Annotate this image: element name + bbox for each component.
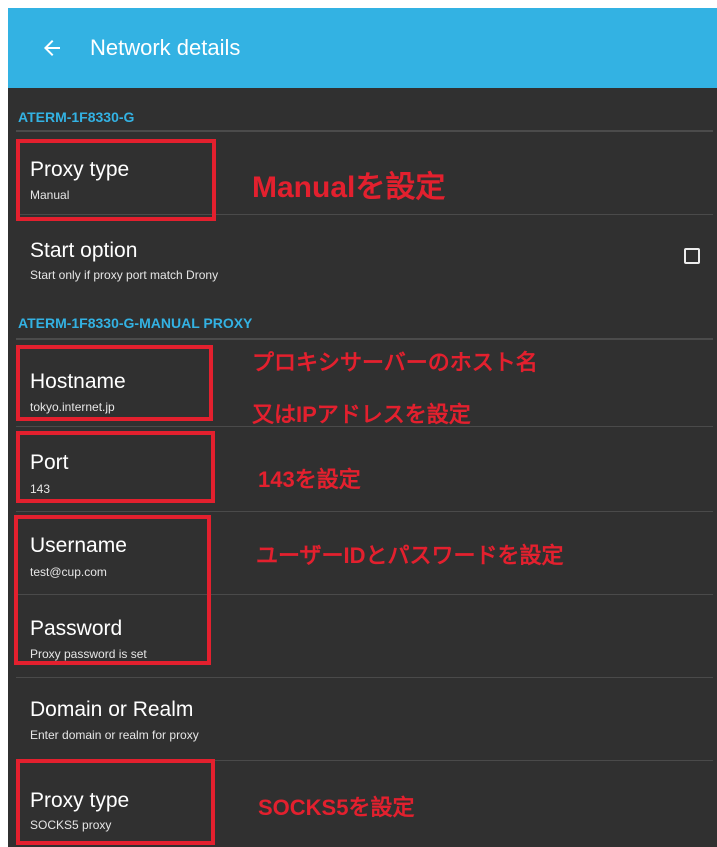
annotation-manual: Manualを設定 — [252, 171, 446, 204]
annotation-user-pass: ユーザーIDとパスワードを設定 — [256, 543, 564, 568]
start-option-checkbox[interactable] — [684, 248, 700, 264]
highlight-box-credentials — [14, 515, 211, 665]
annotation-socks5: SOCKS5を設定 — [258, 795, 415, 820]
highlight-box-proxy-type — [16, 139, 216, 221]
setting-title: Domain or Realm — [30, 698, 194, 721]
annotation-hostname-line1: プロキシサーバーのホスト名 — [252, 350, 538, 375]
app-bar: Network details — [8, 8, 717, 88]
highlight-box-port — [16, 431, 215, 503]
setting-summary: Start only if proxy port match Drony — [30, 268, 219, 282]
annotation-port: 143を設定 — [258, 467, 361, 492]
setting-title: Start option — [30, 239, 138, 262]
section-header-manual-proxy: ATERM-1F8330-G-MANUAL PROXY — [18, 315, 253, 331]
annotation-hostname-line2: 又はIPアドレスを設定 — [252, 402, 471, 427]
setting-domain-realm[interactable]: Domain or Realm Enter domain or realm fo… — [8, 678, 717, 760]
page-title: Network details — [90, 35, 241, 60]
setting-start-option[interactable]: Start option Start only if proxy port ma… — [8, 215, 717, 299]
back-arrow-icon[interactable] — [40, 36, 64, 60]
setting-summary: Enter domain or realm for proxy — [30, 728, 199, 742]
highlight-box-hostname — [16, 345, 213, 421]
highlight-box-socks — [16, 759, 215, 845]
section-header-network: ATERM-1F8330-G — [18, 109, 135, 125]
screen: Network details ATERM-1F8330-G Proxy typ… — [8, 8, 717, 847]
